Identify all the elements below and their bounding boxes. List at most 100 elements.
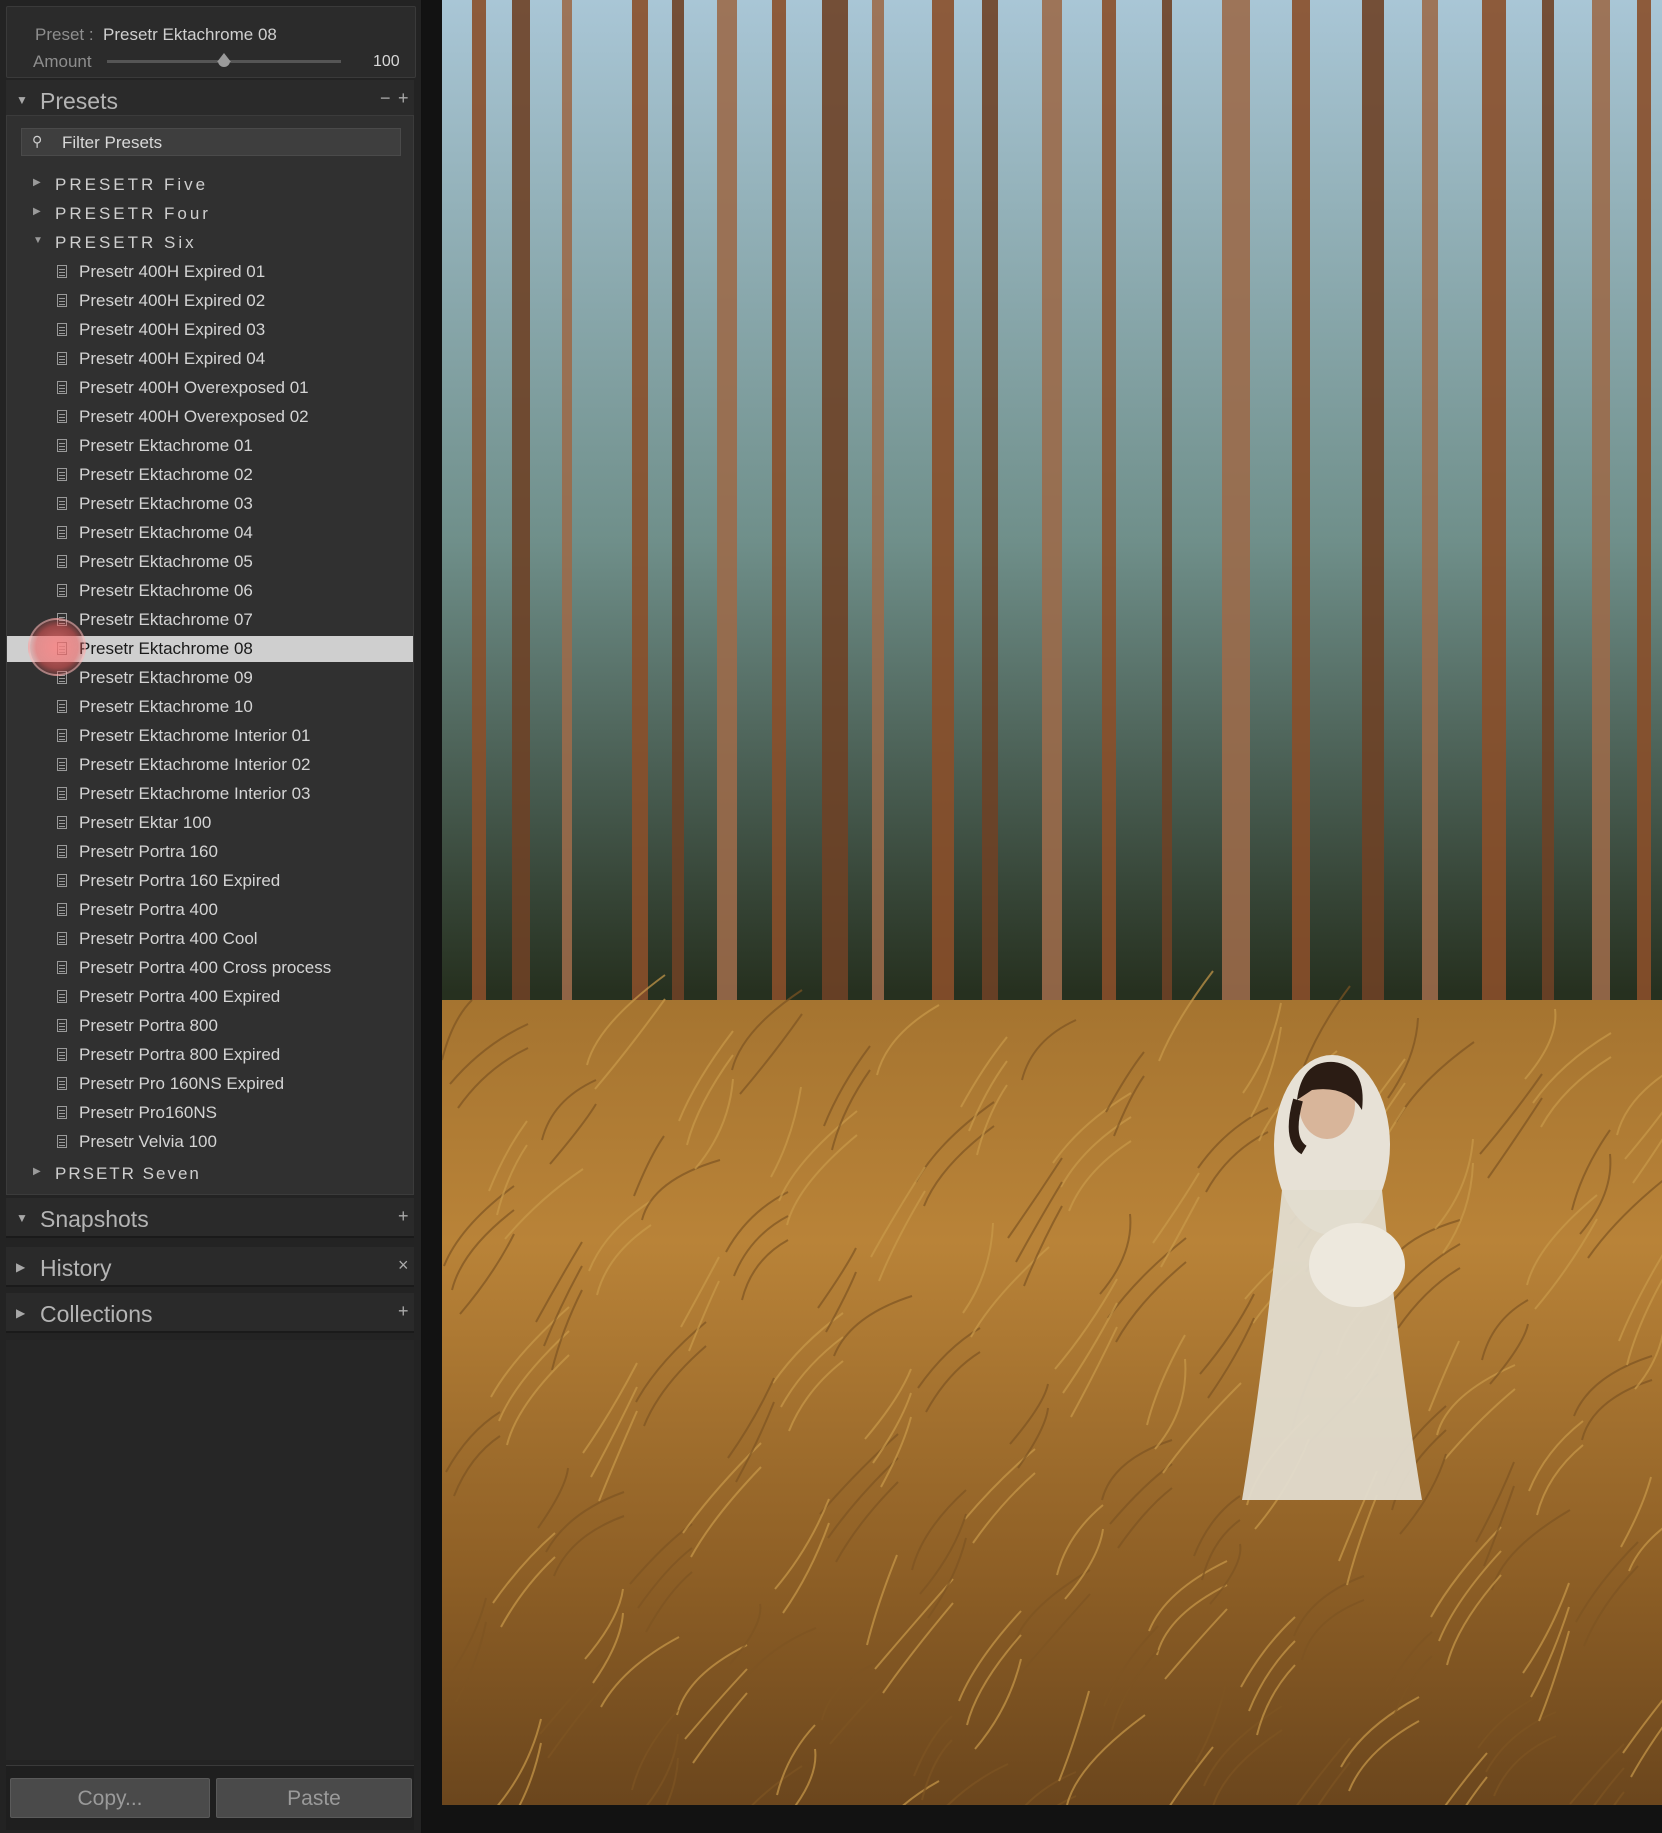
expand-triangle-icon[interactable]: ▶ [33, 1166, 41, 1177]
history-section-header[interactable]: ▶ History × [6, 1247, 414, 1287]
preset-item[interactable]: Presetr 400H Expired 03 [7, 317, 413, 343]
preset-item[interactable]: Presetr Portra 800 Expired [7, 1042, 413, 1068]
preset-document-icon [57, 700, 67, 713]
collapse-triangle-icon[interactable]: ▼ [16, 93, 28, 107]
preset-item-label: Presetr Ektachrome 01 [79, 436, 253, 455]
expand-triangle-icon[interactable]: ▶ [16, 1260, 25, 1274]
preset-item[interactable]: Presetr Portra 400 [7, 897, 413, 923]
preset-item[interactable]: Presetr Ektachrome 10 [7, 694, 413, 720]
preset-item-label: Presetr 400H Overexposed 01 [79, 378, 309, 397]
preset-document-icon [57, 439, 67, 452]
preset-document-icon [57, 294, 67, 307]
preset-item[interactable]: Presetr Portra 160 Expired [7, 868, 413, 894]
preset-document-icon [57, 845, 67, 858]
preset-document-icon [57, 816, 67, 829]
preset-item[interactable]: Presetr Ektachrome 03 [7, 491, 413, 517]
remove-preset-icon[interactable]: − [380, 88, 391, 109]
preset-amount-box: Preset : Presetr Ektachrome 08 Amount 10… [6, 6, 416, 78]
amount-slider-thumb[interactable] [217, 53, 231, 67]
preset-item-label: Presetr Velvia 100 [79, 1132, 217, 1151]
paste-button[interactable]: Paste [216, 1778, 412, 1818]
folder-label: PRSETR Seven [55, 1164, 201, 1183]
preset-folder-five[interactable]: ▶ PRESETR Five [7, 172, 413, 198]
preset-folder-seven[interactable]: ▶ PRSETR Seven [7, 1161, 413, 1187]
left-panel: Preset : Presetr Ektachrome 08 Amount 10… [0, 0, 422, 1833]
preset-document-icon [57, 352, 67, 365]
preset-item[interactable]: Presetr Ektachrome 06 [7, 578, 413, 604]
preset-item[interactable]: Presetr Ektachrome 05 [7, 549, 413, 575]
preset-item-label: Presetr Portra 400 Expired [79, 987, 281, 1006]
preset-item[interactable]: Presetr 400H Overexposed 01 [7, 375, 413, 401]
preset-document-icon [57, 1019, 67, 1032]
preset-item[interactable]: Presetr Ektachrome 02 [7, 462, 413, 488]
folder-label: PRESETR Four [55, 204, 211, 223]
preset-item[interactable]: Presetr Portra 800 [7, 1013, 413, 1039]
preset-document-icon [57, 613, 67, 626]
preset-document-icon [57, 642, 67, 655]
add-collection-icon[interactable]: + [398, 1301, 409, 1322]
search-icon: ⚲ [32, 133, 43, 149]
preset-item[interactable]: Presetr Ektachrome Interior 03 [7, 781, 413, 807]
preset-item[interactable]: Presetr Ektachrome Interior 01 [7, 723, 413, 749]
collapse-triangle-icon[interactable]: ▼ [33, 235, 43, 246]
preset-item-label: Presetr 400H Overexposed 02 [79, 407, 309, 426]
preset-item[interactable]: Presetr Pro160NS [7, 1100, 413, 1126]
preset-document-icon [57, 874, 67, 887]
preset-item[interactable]: Presetr Velvia 100 [7, 1129, 413, 1155]
expand-triangle-icon[interactable]: ▶ [16, 1306, 25, 1320]
preset-document-icon [57, 1077, 67, 1090]
collections-title: Collections [40, 1301, 153, 1327]
preset-item[interactable]: Presetr Ektachrome 08 [7, 636, 413, 662]
add-preset-icon[interactable]: + [398, 88, 409, 109]
preset-item-label: Presetr Portra 400 [79, 900, 218, 919]
preset-item[interactable]: Presetr 400H Overexposed 02 [7, 404, 413, 430]
preset-item[interactable]: Presetr Portra 400 Cool [7, 926, 413, 952]
preset-document-icon [57, 323, 67, 336]
presets-section-header[interactable]: ▼ Presets − + [6, 80, 414, 120]
preset-document-icon [57, 961, 67, 974]
amount-value[interactable]: 100 [373, 53, 400, 71]
preset-item[interactable]: Presetr 400H Expired 02 [7, 288, 413, 314]
preset-item-label: Presetr Ektachrome 05 [79, 552, 253, 571]
preset-item[interactable]: Presetr Ektachrome 01 [7, 433, 413, 459]
amount-slider[interactable] [107, 53, 341, 67]
expand-triangle-icon[interactable]: ▶ [33, 177, 41, 188]
preset-item[interactable]: Presetr Ektachrome Interior 02 [7, 752, 413, 778]
collections-section-header[interactable]: ▶ Collections + [6, 1293, 414, 1333]
preset-folder-six[interactable]: ▼ PRESETR Six [7, 230, 413, 256]
preset-item[interactable]: Presetr Portra 400 Cross process [7, 955, 413, 981]
preset-document-icon [57, 1048, 67, 1061]
filter-presets-placeholder: Filter Presets [62, 133, 163, 152]
preset-item-label: Presetr Portra 160 [79, 842, 218, 861]
preset-item-label: Presetr Ektachrome 06 [79, 581, 253, 600]
preset-item-label: Presetr 400H Expired 04 [79, 349, 266, 368]
preset-item-label: Presetr Portra 800 [79, 1016, 218, 1035]
preset-item[interactable]: Presetr Ektachrome 09 [7, 665, 413, 691]
preset-document-icon [57, 265, 67, 278]
photo-preview [442, 0, 1662, 1805]
snapshots-section-header[interactable]: ▼ Snapshots + [6, 1198, 414, 1238]
filter-presets-input[interactable]: ⚲ Filter Presets [21, 128, 401, 156]
preset-item[interactable]: Presetr 400H Expired 04 [7, 346, 413, 372]
preset-item[interactable]: Presetr Ektar 100 [7, 810, 413, 836]
preset-label: Preset : [35, 25, 94, 44]
preset-item[interactable]: Presetr Ektachrome 04 [7, 520, 413, 546]
preset-item-label: Presetr Ektachrome 04 [79, 523, 253, 542]
expand-triangle-icon[interactable]: ▶ [33, 206, 41, 217]
preset-item[interactable]: Presetr Portra 400 Expired [7, 984, 413, 1010]
preset-document-icon [57, 526, 67, 539]
copy-button[interactable]: Copy... [10, 1778, 210, 1818]
preset-item-label: Presetr Ektachrome 02 [79, 465, 253, 484]
preset-item-label: Presetr 400H Expired 01 [79, 262, 266, 281]
collapse-triangle-icon[interactable]: ▼ [16, 1211, 28, 1225]
clear-history-icon[interactable]: × [398, 1255, 409, 1276]
add-snapshot-icon[interactable]: + [398, 1206, 409, 1227]
preset-item-label: Presetr Portra 400 Cross process [79, 958, 332, 977]
preset-item[interactable]: Presetr Pro 160NS Expired [7, 1071, 413, 1097]
preset-item[interactable]: Presetr 400H Expired 01 [7, 259, 413, 285]
preset-document-icon [57, 787, 67, 800]
preset-item[interactable]: Presetr Portra 160 [7, 839, 413, 865]
preset-folder-four[interactable]: ▶ PRESETR Four [7, 201, 413, 227]
preset-item[interactable]: Presetr Ektachrome 07 [7, 607, 413, 633]
amount-label: Amount [33, 52, 92, 71]
